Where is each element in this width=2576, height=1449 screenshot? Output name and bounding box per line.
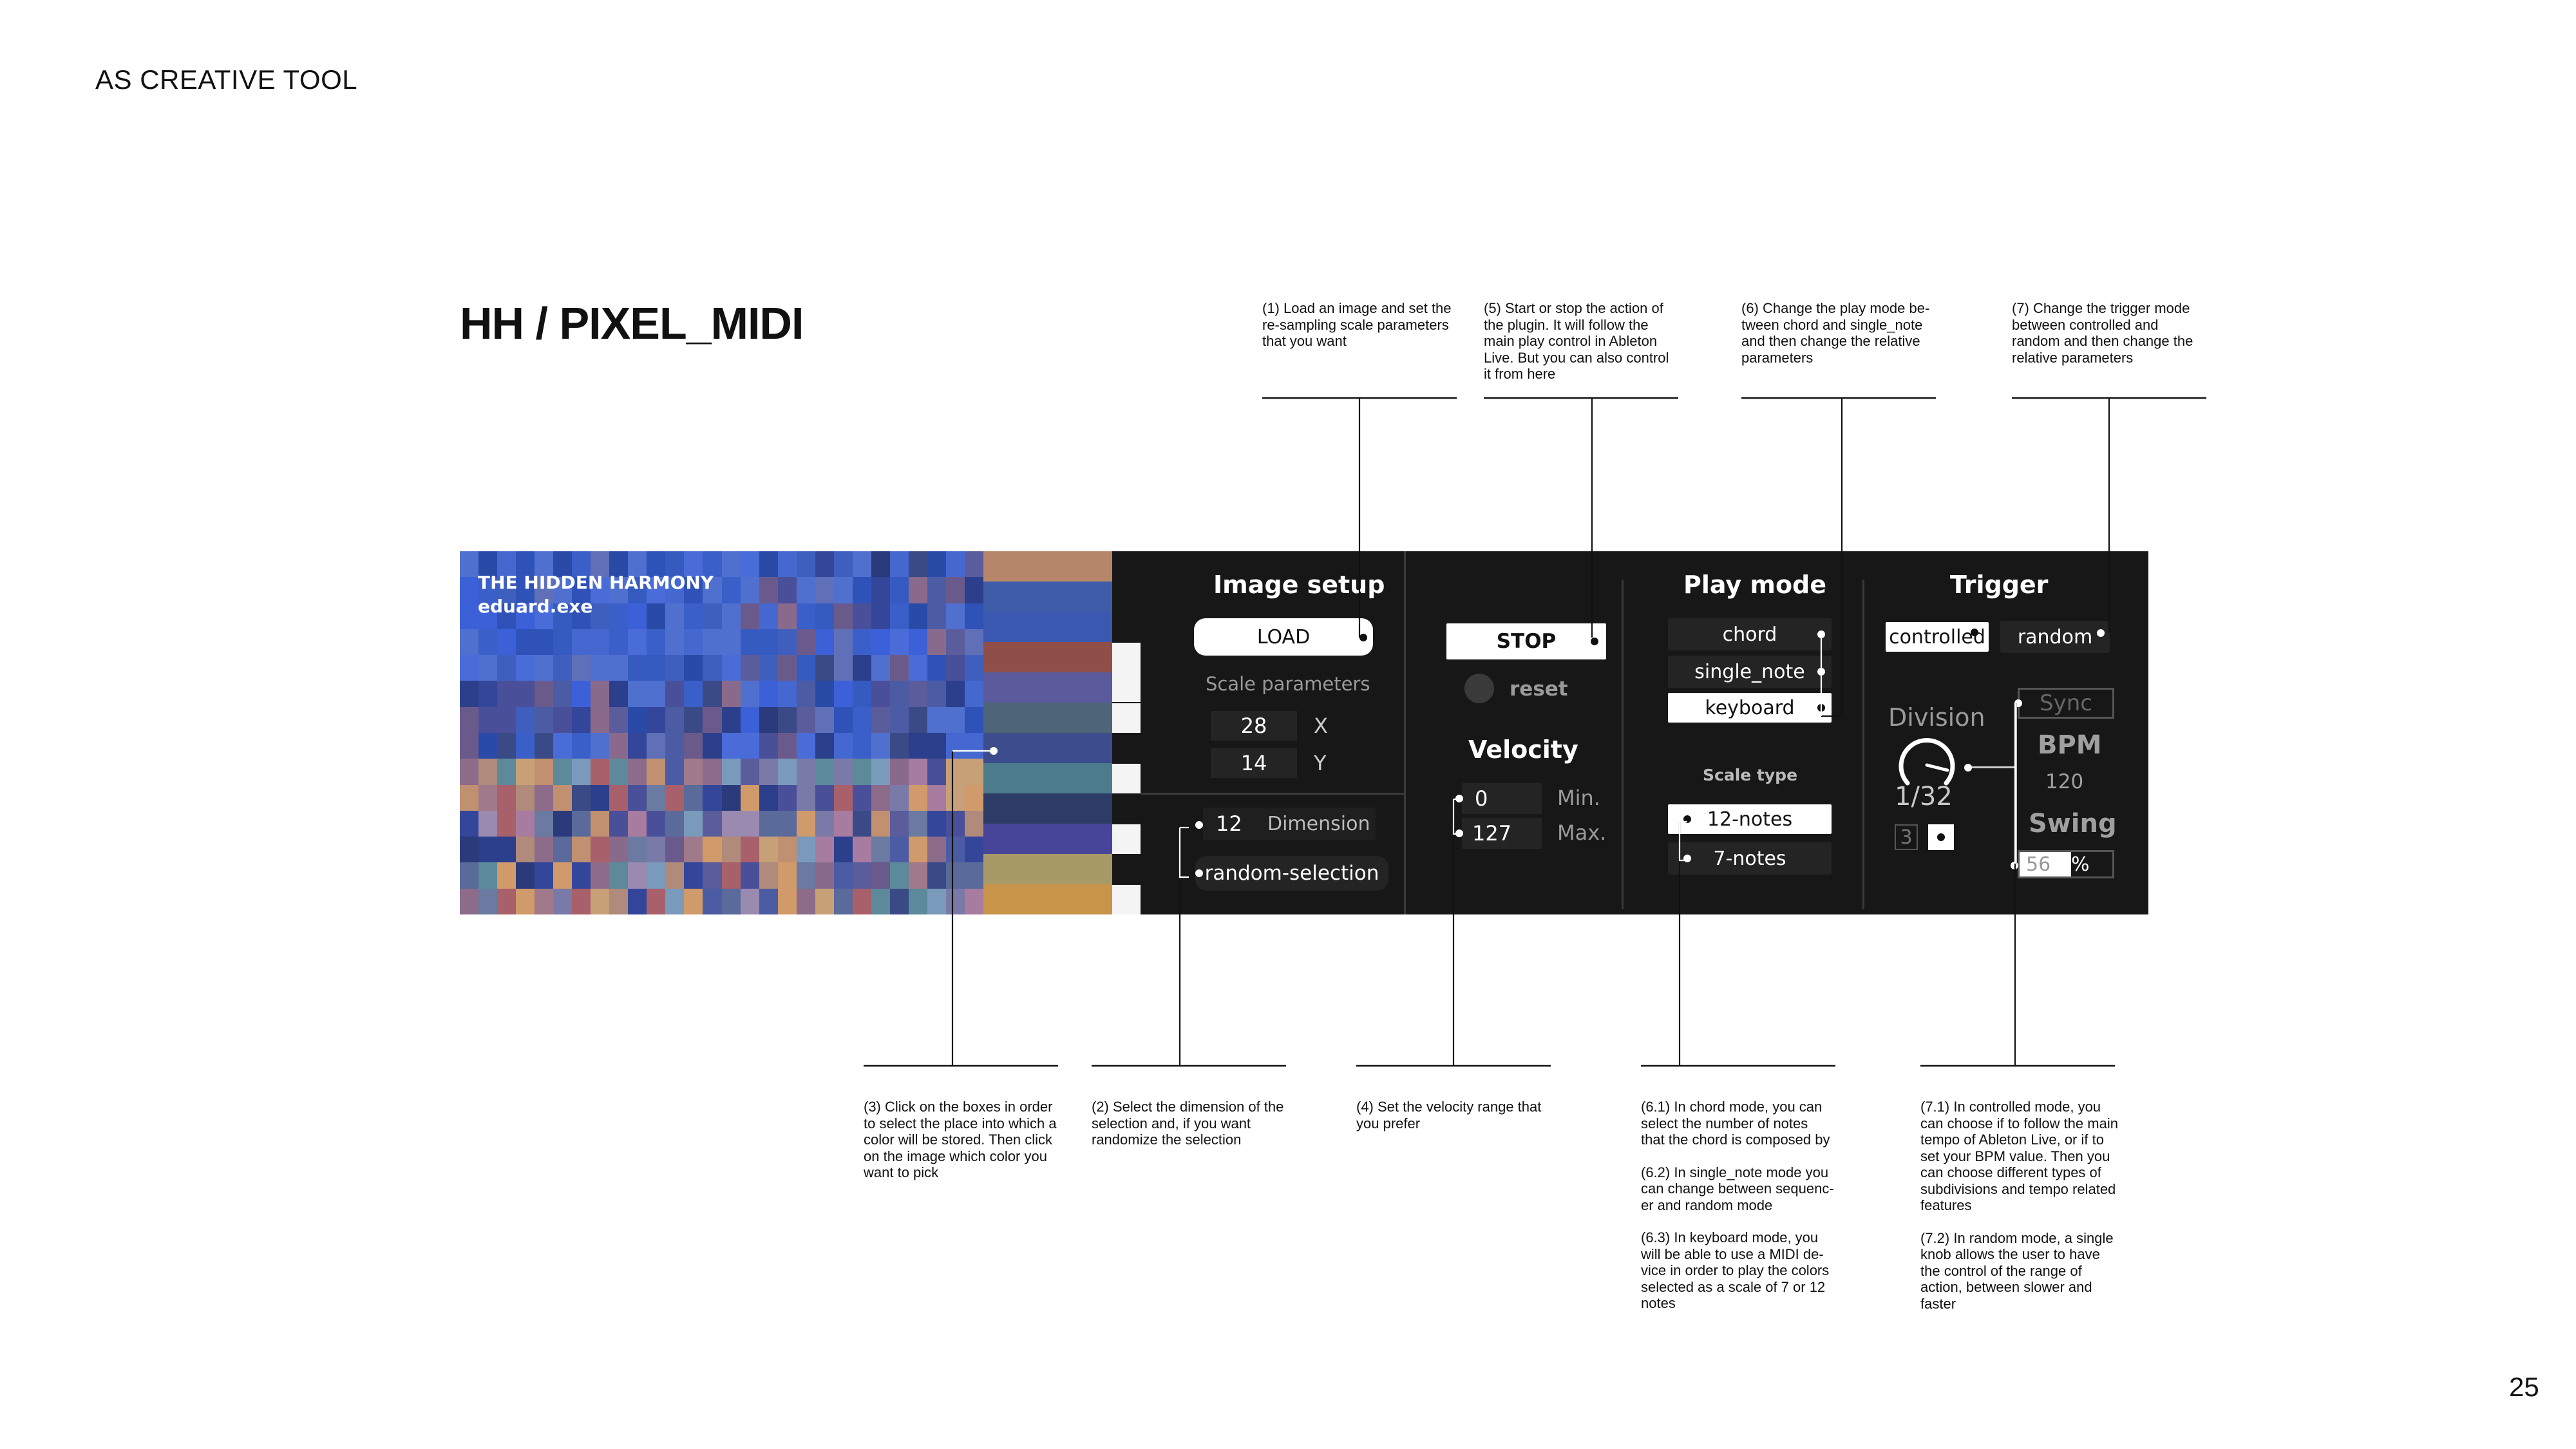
callout-lines (864, 397, 2206, 1067)
